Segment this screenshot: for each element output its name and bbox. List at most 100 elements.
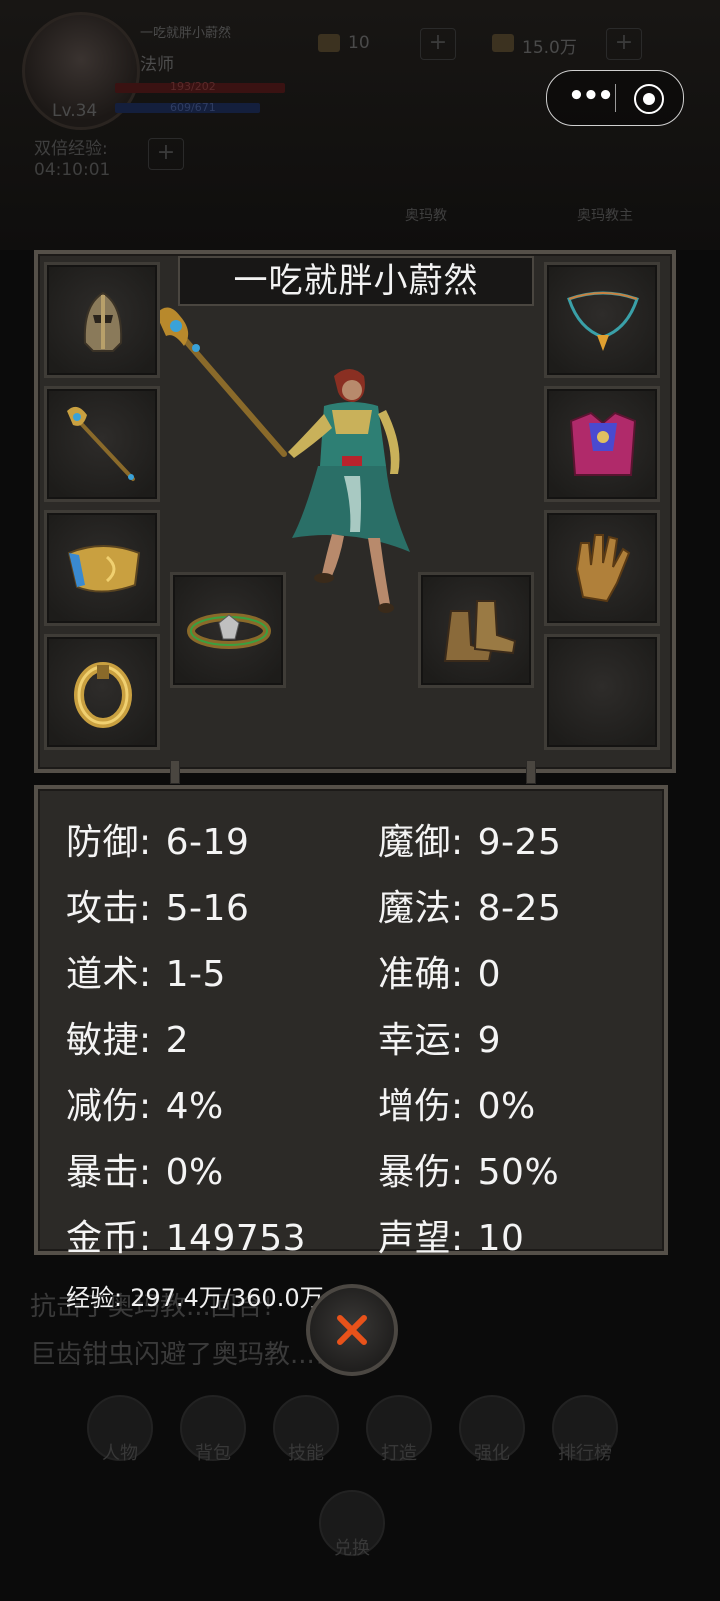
nav-character: 人物 [80, 1395, 160, 1475]
stat-label: 减伤: [66, 1086, 152, 1127]
stat-label: 暴伤: [378, 1152, 464, 1193]
gem-count: 10 [348, 33, 370, 53]
slot-helmet[interactable] [44, 262, 160, 378]
stat-label: 魔法: [378, 888, 464, 929]
stat-label: 魔御: [378, 822, 464, 863]
stat-attack: 攻击: 5-16 [66, 879, 249, 931]
more-menu-icon[interactable]: ••• [565, 83, 615, 109]
slot-ring-right[interactable] [544, 634, 660, 750]
stat-label: 准确: [378, 954, 464, 995]
nav-skills: 技能 [266, 1395, 346, 1475]
capsule-divider [615, 84, 616, 112]
slot-necklace[interactable] [544, 262, 660, 378]
stat-label: 敏捷: [66, 1020, 152, 1061]
double-exp-label: 双倍经验: [34, 139, 108, 159]
bracer-icon [67, 545, 141, 593]
gem-add-button: + [420, 28, 456, 60]
slot-boots[interactable] [418, 572, 534, 688]
stat-magic: 魔法: 8-25 [378, 879, 561, 931]
nav-forge: 打造 [359, 1395, 439, 1475]
close-button[interactable] [306, 1284, 398, 1376]
nav-label: 人物 [102, 1443, 138, 1464]
slot-ring-left[interactable] [44, 634, 160, 750]
stat-value: 0 [477, 954, 502, 995]
stat-label: 防御: [66, 822, 152, 863]
character-name: 一吃就胖小蔚然 [178, 256, 534, 306]
nav-label: 背包 [195, 1443, 231, 1464]
nav-label: 排行榜 [558, 1443, 612, 1464]
bg-player-class: 法师 [140, 55, 174, 75]
stat-label: 增伤: [378, 1086, 464, 1127]
double-exp-timer: 04:10:01 [34, 160, 111, 180]
stat-value: 9-25 [477, 822, 562, 863]
gold-icon [492, 34, 514, 52]
hp-text: 193/202 [170, 80, 216, 93]
bg-player-name: 一吃就胖小蔚然 [140, 26, 232, 41]
stat-tao: 道术: 1-5 [66, 945, 226, 997]
robe-icon [569, 411, 637, 476]
stat-label: 道术: [66, 954, 152, 995]
stat-damage-reduction: 减伤: 4% [66, 1077, 224, 1129]
equipment-panel: 一吃就胖小蔚然 [34, 250, 676, 773]
stat-value: 0% [477, 1086, 536, 1127]
stat-value: 50% [477, 1152, 560, 1193]
stat-value: 5-16 [165, 888, 250, 929]
slot-gloves[interactable] [544, 510, 660, 626]
glove-icon [575, 534, 631, 603]
stat-defense: 防御: 6-19 [66, 813, 249, 865]
stat-label: 暴击: [66, 1152, 152, 1193]
stat-magic-defense: 魔御: 9-25 [378, 813, 561, 865]
stat-value: 8-25 [477, 888, 562, 929]
stat-value: 6-19 [165, 822, 250, 863]
stat-label: 攻击: [66, 888, 152, 929]
slot-belt[interactable] [170, 572, 286, 688]
slot-weapon[interactable] [44, 386, 160, 502]
battle-log-line: 巨齿钳虫闪避了奥玛教...击! [30, 1340, 352, 1370]
experience-value: 297.4万/360.0万 [130, 1284, 324, 1312]
miniprogram-capsule: ••• [546, 70, 684, 126]
stat-reputation: 声望: 10 [378, 1209, 524, 1261]
stat-label: 幸运: [378, 1020, 464, 1061]
mage-figure-icon [156, 307, 410, 613]
stat-accuracy: 准确: 0 [378, 945, 501, 997]
nav-exchange: 兑换 [312, 1490, 392, 1570]
character-model [154, 306, 542, 766]
stat-value: 10 [477, 1218, 525, 1259]
target-left: 奥玛教 [405, 208, 447, 224]
stat-value: 9 [477, 1020, 502, 1061]
mp-text: 609/671 [170, 101, 216, 114]
ring-icon [74, 662, 132, 728]
stat-crit: 暴击: 0% [66, 1143, 224, 1195]
helmet-icon [83, 291, 123, 352]
stat-label: 金币: [66, 1218, 152, 1259]
boots-icon [443, 600, 517, 662]
stat-value: 4% [165, 1086, 224, 1127]
belt-icon [187, 613, 271, 649]
panel-connector [170, 760, 180, 784]
player-level: Lv.34 [52, 101, 98, 121]
nav-label: 兑换 [334, 1538, 370, 1559]
nav-bag: 背包 [173, 1395, 253, 1475]
experience-readout: 经验: 297.4万/360.0万 [66, 1278, 324, 1313]
slot-bracelet[interactable] [44, 510, 160, 626]
experience-label: 经验: [66, 1284, 123, 1312]
stat-crit-damage: 暴伤: 50% [378, 1143, 559, 1195]
nav-enhance: 强化 [452, 1395, 532, 1475]
double-exp-add-button: + [148, 138, 184, 170]
stat-value: 1-5 [165, 954, 226, 995]
nav-label: 技能 [288, 1443, 324, 1464]
gold-add-button: + [606, 28, 642, 60]
stat-label: 声望: [378, 1218, 464, 1259]
stat-gold: 金币: 149753 [66, 1209, 306, 1261]
gold-count: 15.0万 [522, 38, 577, 58]
slot-armor[interactable] [544, 386, 660, 502]
nav-ranking: 排行榜 [545, 1395, 625, 1475]
stat-value: 149753 [165, 1218, 307, 1259]
close-icon [337, 1315, 367, 1345]
stats-panel: 防御: 6-19 魔御: 9-25 攻击: 5-16 魔法: 8-25 道术: 1-5 准… [34, 785, 668, 1259]
close-miniprogram-icon[interactable] [634, 84, 664, 114]
necklace-icon [567, 291, 639, 351]
target-right: 奥玛教主 [577, 208, 633, 224]
stat-luck: 幸运: 9 [378, 1011, 501, 1063]
stat-damage-increase: 增伤: 0% [378, 1077, 536, 1129]
